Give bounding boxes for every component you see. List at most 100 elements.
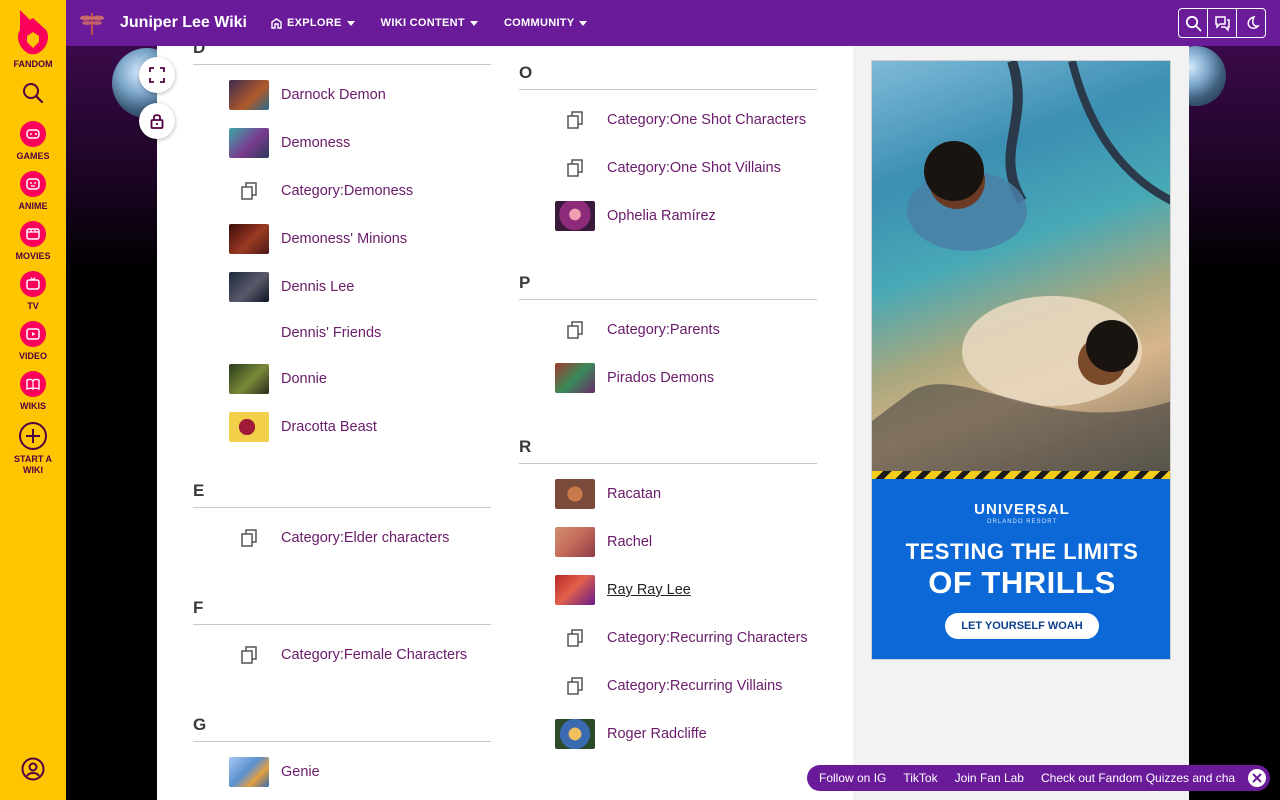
list-item[interactable]: Category:Demoness xyxy=(193,167,491,215)
social-link-instagram[interactable]: Follow on IG xyxy=(819,771,886,785)
fullscreen-button[interactable] xyxy=(139,57,175,93)
moon-icon xyxy=(1246,15,1260,29)
anime-icon xyxy=(20,171,46,197)
list-item[interactable]: Demoness' Minions xyxy=(193,215,491,263)
left-column: D Darnock Demon Demoness Category:Demone… xyxy=(193,46,491,796)
section-e: E Category:Elder characters xyxy=(193,481,491,562)
ad-cta-button[interactable]: LET YOURSELF WOAH xyxy=(945,613,1099,639)
list-item[interactable]: Rachel xyxy=(519,518,817,566)
list-item[interactable]: Pirados Demons xyxy=(519,354,817,402)
list-item[interactable]: Donnie xyxy=(193,355,491,403)
ad-photo xyxy=(872,61,1170,473)
list-item-label: Donnie xyxy=(281,371,327,387)
section-p: P Category:Parents Pirados Demons xyxy=(519,273,817,402)
list-item[interactable]: Category:Recurring Characters xyxy=(519,614,817,662)
list-item[interactable]: Category:One Shot Characters xyxy=(519,96,817,144)
rail-item-tv[interactable]: TV xyxy=(20,271,46,312)
rail-item-start-wiki[interactable]: START A WIKI xyxy=(14,421,52,476)
list-item[interactable]: Genie xyxy=(193,748,491,796)
list-item-label: Roger Radcliffe xyxy=(607,726,707,742)
user-account-button[interactable] xyxy=(21,757,45,786)
lock-button[interactable] xyxy=(139,103,175,139)
rail-item-wikis[interactable]: WIKIS xyxy=(20,371,46,412)
discussions-button[interactable] xyxy=(1207,8,1237,38)
fandom-rail: FANDOM GAMES ANIME MOVIES TV VIDEO WIKIS… xyxy=(0,0,66,800)
rail-item-video[interactable]: VIDEO xyxy=(19,321,47,362)
social-link-fan-lab[interactable]: Join Fan Lab xyxy=(955,771,1024,785)
ad-panel: UNIVERSAL ORLANDO RESORT TESTING THE LIM… xyxy=(872,479,1170,659)
movies-icon xyxy=(19,221,46,247)
list-item-label: Racatan xyxy=(607,486,662,502)
list-item-label: Category:Demoness xyxy=(281,183,414,199)
list-item[interactable]: Category:Elder characters xyxy=(193,514,491,562)
list-item[interactable]: Demoness xyxy=(193,119,491,167)
list-item[interactable]: Ophelia Ramírez xyxy=(519,192,817,240)
list-item-label: Category:Parents xyxy=(607,322,720,338)
list-item[interactable]: Dennis Lee xyxy=(193,263,491,311)
ad-brand: UNIVERSAL xyxy=(974,501,1070,518)
list-item[interactable]: Category:Female Characters xyxy=(193,631,491,679)
list-item[interactable]: Darnock Demon xyxy=(193,71,491,119)
list-item-label: Category:Recurring Villains xyxy=(607,678,783,694)
nav-wiki-content[interactable]: WIKI CONTENT xyxy=(381,17,478,29)
list-item-label: Rachel xyxy=(607,534,653,550)
category-listing: D Darnock Demon Demoness Category:Demone… xyxy=(157,46,853,800)
list-item-label: Dennis Lee xyxy=(281,279,355,295)
list-item[interactable]: Category:Recurring Villains xyxy=(519,662,817,710)
rail-item-label: WIKIS xyxy=(20,401,46,411)
list-item[interactable]: Category:Parents xyxy=(519,306,817,354)
discussions-icon xyxy=(1214,15,1230,32)
section-letter: E xyxy=(193,481,491,508)
list-item[interactable]: Racatan xyxy=(519,470,817,518)
ad-stripe xyxy=(872,471,1170,479)
section-o: O Category:One Shot Characters Category:… xyxy=(519,63,817,240)
explore-icon xyxy=(271,17,282,29)
social-bar-close-button[interactable] xyxy=(1248,769,1266,787)
list-item-label: Dracotta Beast xyxy=(281,419,377,435)
rail-item-anime[interactable]: ANIME xyxy=(19,171,48,212)
list-item-label: Dennis' Friends xyxy=(281,325,382,341)
section-r: R Racatan Rachel Ray Ray Lee Category:Re… xyxy=(519,437,817,758)
lock-icon xyxy=(150,114,164,129)
category-icon xyxy=(229,176,269,206)
ad-headline: TESTING THE LIMITS xyxy=(905,539,1139,564)
section-f: F Category:Female Characters xyxy=(193,598,491,679)
social-link-tiktok[interactable]: TikTok xyxy=(903,771,937,785)
thumbnail xyxy=(229,757,269,787)
wiki-name[interactable]: Juniper Lee Wiki xyxy=(120,14,247,32)
wiki-header: Juniper Lee Wiki EXPLORE WIKI CONTENT CO… xyxy=(66,0,1280,46)
section-letter: P xyxy=(519,273,817,300)
list-item-label: Category:Elder characters xyxy=(281,530,450,546)
nav-explore[interactable]: EXPLORE xyxy=(271,17,355,29)
list-item-label: Darnock Demon xyxy=(281,87,386,103)
fandom-logo[interactable]: FANDOM xyxy=(14,8,53,70)
list-item[interactable]: Ray Ray Lee xyxy=(519,566,817,614)
list-item[interactable]: Category:One Shot Villains xyxy=(519,144,817,192)
search-icon xyxy=(1185,15,1201,31)
list-item[interactable]: Dennis' Friends xyxy=(193,311,491,355)
dragonfly-logo-icon[interactable] xyxy=(78,9,106,37)
chevron-down-icon xyxy=(346,20,355,26)
rail-search-button[interactable] xyxy=(22,82,44,109)
category-icon xyxy=(555,315,595,345)
nav-community[interactable]: COMMUNITY xyxy=(504,17,588,29)
thumbnail xyxy=(555,527,595,557)
book-icon xyxy=(20,371,46,397)
list-item[interactable]: Roger Radcliffe xyxy=(519,710,817,758)
thumbnail xyxy=(555,575,595,605)
section-letter: F xyxy=(193,598,491,625)
list-item[interactable]: Dracotta Beast xyxy=(193,403,491,451)
thumbnail xyxy=(229,128,269,158)
rail-item-games[interactable]: GAMES xyxy=(16,121,50,162)
header-actions xyxy=(1178,8,1266,38)
thumbnail xyxy=(229,80,269,110)
theme-toggle-button[interactable] xyxy=(1236,8,1266,38)
rail-item-label: TV xyxy=(27,301,39,311)
rail-item-movies[interactable]: MOVIES xyxy=(15,221,51,262)
list-item-label: Category:One Shot Villains xyxy=(607,160,781,176)
header-search-button[interactable] xyxy=(1178,8,1208,38)
social-link-quizzes[interactable]: Check out Fandom Quizzes and cha xyxy=(1041,771,1235,785)
advertisement[interactable]: UNIVERSAL ORLANDO RESORT TESTING THE LIM… xyxy=(871,60,1171,660)
start-wiki-label-2: WIKI xyxy=(23,465,43,475)
thumbnail xyxy=(229,224,269,254)
